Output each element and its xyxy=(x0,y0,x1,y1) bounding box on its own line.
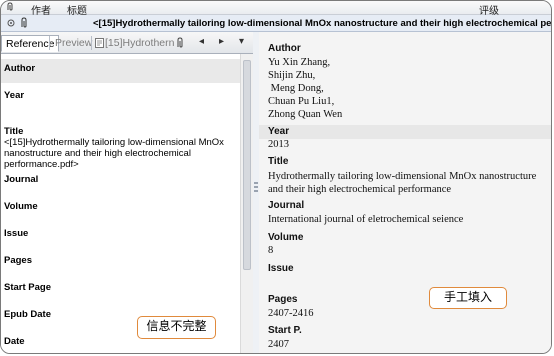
summary-pages-label: Pages xyxy=(268,294,298,305)
manual-entry-note: 手工填入 xyxy=(429,287,507,309)
tab-preview[interactable]: Preview xyxy=(51,35,96,52)
date-field-label[interactable]: Date xyxy=(4,336,25,347)
paperclip-icon[interactable] xyxy=(176,37,184,49)
column-header-row: 作者 标题 评级 xyxy=(1,1,551,17)
author-field-row[interactable]: Author xyxy=(1,59,240,83)
summary-issue-label: Issue xyxy=(268,263,294,274)
endnote-window: 作者 标题 评级 <[15]Hydrothermally tailoring l… xyxy=(0,0,552,354)
pin-icon xyxy=(7,19,15,27)
reference-summary-pane: Author Yu Xin Zhang, Shijin Zhu, Meng Do… xyxy=(259,32,551,353)
reference-fields: Author Year Title <[15]Hydrothermally ta… xyxy=(1,54,240,353)
summary-author-item: Chuan Pu Liu1, xyxy=(268,96,335,107)
summary-journal-value: International journal of eletrochemical … xyxy=(268,214,464,225)
pdf-icon xyxy=(95,38,104,48)
start-page-field-label[interactable]: Start Page xyxy=(4,282,51,293)
incomplete-info-note: 信息不完整 xyxy=(137,316,216,339)
previous-attachment-button[interactable]: ◂ xyxy=(199,36,204,47)
author-field-label: Author xyxy=(4,63,36,74)
attachment-icon xyxy=(21,17,27,28)
summary-author-item: Yu Xin Zhang, xyxy=(268,57,331,68)
summary-volume-label: Volume xyxy=(268,232,304,243)
splitter-grip-icon xyxy=(254,190,258,192)
summary-title-label: Title xyxy=(268,156,289,167)
summary-title-value: Hydrothermally tailoring low-dimensional… xyxy=(268,171,537,195)
summary-journal-label: Journal xyxy=(268,200,305,211)
summary-author-item: Zhong Quan Wen xyxy=(268,109,343,120)
summary-year-label: Year xyxy=(268,126,290,137)
paperclip-icon[interactable] xyxy=(5,2,15,12)
year-field-label[interactable]: Year xyxy=(4,90,24,101)
summary-volume-value: 8 xyxy=(268,245,274,256)
left-pane-scrollbar[interactable] xyxy=(240,54,253,353)
summary-start-page-value: 2407 xyxy=(268,339,289,350)
tab-divider xyxy=(91,36,92,50)
tab-attachment[interactable]: [15]Hydrothern xyxy=(104,35,178,52)
summary-author-label: Author xyxy=(268,43,301,54)
reference-file-title: <[15]Hydrothermally tailoring low-dimens… xyxy=(93,18,552,29)
journal-field-label[interactable]: Journal xyxy=(4,174,38,185)
pages-field-label[interactable]: Pages xyxy=(4,255,32,266)
scrollbar-thumb[interactable] xyxy=(243,60,251,270)
splitter-grip-icon xyxy=(254,186,258,188)
reference-editor-pane: Reference Preview [15]Hydrothern ◂ ▸ ▾ A… xyxy=(1,32,253,353)
summary-author-list: Yu Xin Zhang, Shijin Zhu, Meng Dong, Chu… xyxy=(268,56,342,121)
volume-field-label[interactable]: Volume xyxy=(4,201,38,212)
issue-field-label[interactable]: Issue xyxy=(4,228,28,239)
selected-reference-row[interactable]: <[15]Hydrothermally tailoring low-dimens… xyxy=(1,15,551,32)
tab-menu-button[interactable]: ▾ xyxy=(239,36,244,47)
tab-divider xyxy=(49,36,50,50)
summary-author-item: Shijin Zhu, xyxy=(268,70,316,81)
summary-year-value: 2013 xyxy=(268,139,289,150)
pane-tab-bar: Reference Preview [15]Hydrothern ◂ ▸ ▾ xyxy=(1,32,253,54)
splitter-grip-icon xyxy=(254,182,258,184)
title-field-value[interactable]: <[15]Hydrothermally tailoring low-dimens… xyxy=(4,137,240,170)
title-field-label[interactable]: Title xyxy=(4,126,23,137)
summary-author-item: Meng Dong, xyxy=(268,83,324,94)
next-attachment-button[interactable]: ▸ xyxy=(219,36,224,47)
summary-start-page-label: Start P. xyxy=(268,325,302,336)
epub-date-field-label[interactable]: Epub Date xyxy=(4,309,51,320)
summary-year-row-highlight xyxy=(259,125,551,139)
summary-pages-value: 2407-2416 xyxy=(268,308,314,319)
